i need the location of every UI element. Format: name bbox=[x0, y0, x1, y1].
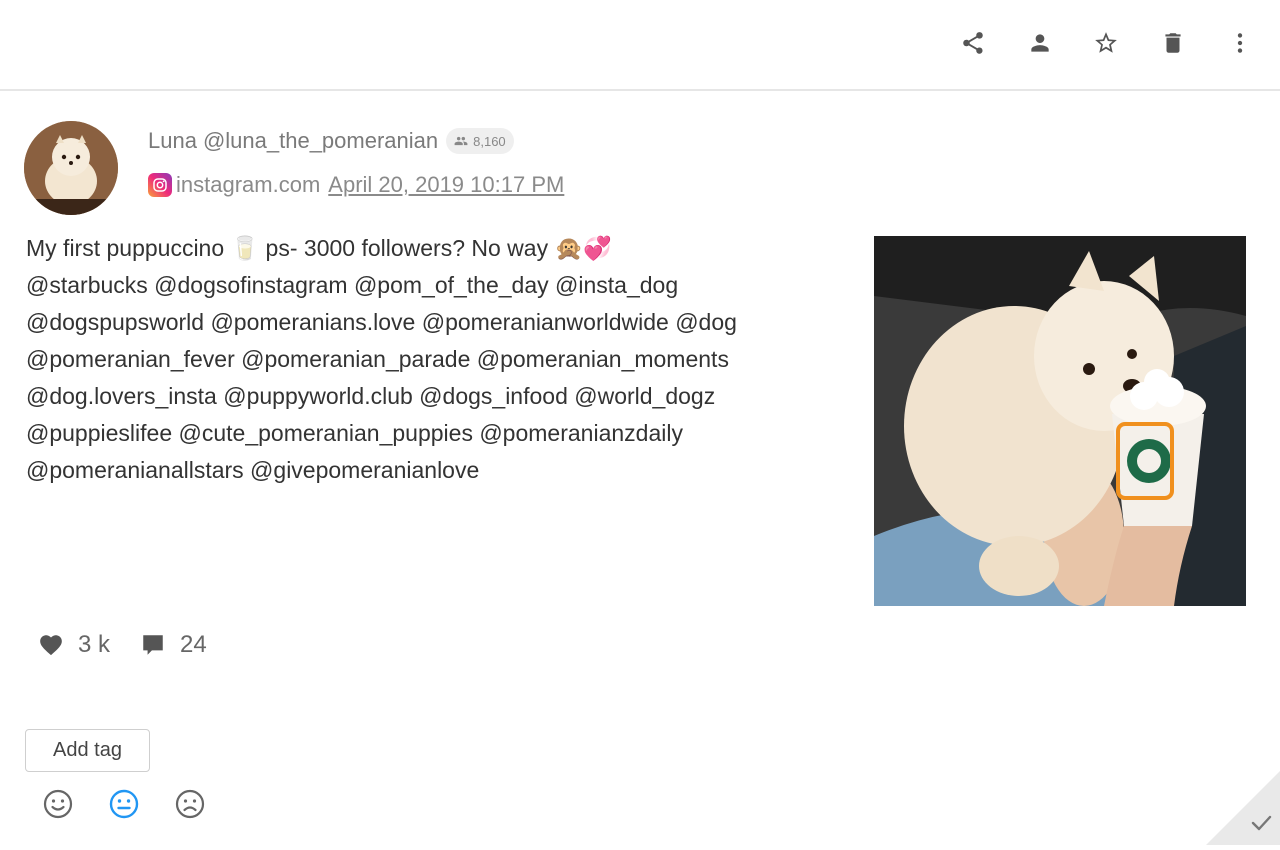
assign-button[interactable] bbox=[1022, 25, 1058, 61]
sentiment-neutral-button[interactable] bbox=[106, 786, 142, 822]
comments-count: 24 bbox=[180, 631, 207, 659]
post-text-line: @pomeranianallstars @givepomeranianlove bbox=[26, 452, 846, 489]
author-line: Luna @luna_the_pomeranian 8,160 bbox=[148, 126, 514, 156]
person-icon bbox=[1027, 30, 1053, 56]
followers-count: 8,160 bbox=[473, 134, 506, 149]
comments-stat: 24 bbox=[140, 631, 207, 659]
author-name[interactable]: Luna bbox=[148, 128, 197, 154]
post-stats: 3 k 24 bbox=[38, 627, 237, 663]
followers-badge: 8,160 bbox=[446, 128, 514, 154]
mark-done-corner[interactable] bbox=[1206, 771, 1280, 845]
smile-icon bbox=[40, 786, 76, 822]
source-line: instagram.com April 20, 2019 10:17 PM bbox=[148, 170, 564, 200]
delete-button[interactable] bbox=[1155, 25, 1191, 61]
star-icon bbox=[1093, 30, 1119, 56]
trash-icon bbox=[1160, 30, 1186, 56]
post-text: My first puppuccino 🥛 ps- 3000 followers… bbox=[26, 230, 846, 489]
top-toolbar bbox=[0, 0, 1280, 91]
favorite-button[interactable] bbox=[1088, 25, 1124, 61]
author-handle[interactable]: @luna_the_pomeranian bbox=[203, 128, 438, 154]
source-name: instagram.com bbox=[176, 172, 320, 198]
post-text-line: @starbucks @dogsofinstagram @pom_of_the_… bbox=[26, 267, 846, 304]
author-avatar[interactable] bbox=[24, 121, 118, 215]
post-text-line: My first puppuccino 🥛 ps- 3000 followers… bbox=[26, 230, 846, 267]
neutral-face-icon bbox=[106, 786, 142, 822]
add-tag-button[interactable]: Add tag bbox=[25, 729, 150, 772]
post-text-line: @puppieslifee @cute_pomeranian_puppies @… bbox=[26, 415, 846, 452]
post-text-line: @dogspupsworld @pomeranians.love @pomera… bbox=[26, 304, 846, 341]
more-options-button[interactable] bbox=[1222, 25, 1258, 61]
post-date-link[interactable]: April 20, 2019 10:17 PM bbox=[328, 172, 564, 198]
comment-icon bbox=[140, 632, 166, 658]
likes-count: 3 k bbox=[78, 631, 110, 659]
post-image[interactable] bbox=[874, 236, 1246, 606]
post-text-line: @pomeranian_fever @pomeranian_parade @po… bbox=[26, 341, 846, 378]
people-icon bbox=[454, 134, 468, 148]
pomeranian-avatar-image bbox=[24, 121, 118, 215]
share-button[interactable] bbox=[955, 25, 991, 61]
check-icon bbox=[1206, 771, 1280, 845]
sad-face-icon bbox=[172, 786, 208, 822]
sentiment-negative-button[interactable] bbox=[172, 786, 208, 822]
heart-icon bbox=[38, 632, 64, 658]
pomeranian-puppuccino-photo bbox=[874, 236, 1246, 606]
post-text-line: @dog.lovers_insta @puppyworld.club @dogs… bbox=[26, 378, 846, 415]
more-vert-icon bbox=[1227, 30, 1253, 56]
instagram-icon bbox=[148, 173, 172, 197]
sentiment-positive-button[interactable] bbox=[40, 786, 76, 822]
share-icon bbox=[960, 30, 986, 56]
likes-stat: 3 k bbox=[38, 631, 110, 659]
sentiment-selector bbox=[40, 786, 238, 822]
